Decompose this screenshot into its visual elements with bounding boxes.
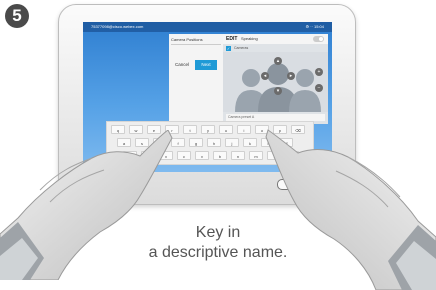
person-right [296, 69, 314, 87]
camera-panel-title: Speaking [241, 36, 258, 41]
pan-right-icon[interactable]: ▸ [287, 72, 295, 80]
camera-checkbox-label: Cameras [234, 46, 249, 50]
illustration: 5 75377098@cisco.webex.com ⚙ ·· 15:04 Ca… [0, 0, 436, 290]
status-user: 75377098@cisco.webex.com [91, 24, 144, 29]
camera-toggle[interactable] [313, 36, 324, 42]
keyboard-key[interactable]: b [213, 151, 227, 160]
camera-panel-header: EDIT Speaking [223, 34, 328, 44]
pan-up-icon[interactable]: ▴ [274, 57, 282, 65]
camera-checkbox[interactable]: ✓ [226, 46, 231, 51]
person-center [267, 63, 289, 85]
camera-preset-panel: EDIT Speaking ✓ Cameras ▴ ◂ ▸ ▾ + − Came… [223, 34, 328, 124]
name-input-field[interactable]: Camera Positions [171, 37, 221, 45]
pan-down-icon[interactable]: ▾ [274, 87, 282, 95]
caption-line-1: Key in [195, 224, 241, 241]
zoom-in-icon[interactable]: + [315, 68, 323, 76]
edit-name-panel: Camera Positions Cancel Next [169, 34, 223, 124]
status-bar: 75377098@cisco.webex.com ⚙ ·· 15:04 [83, 22, 332, 32]
person-left [242, 69, 260, 87]
cancel-button[interactable]: Cancel [171, 60, 193, 70]
zoom-out-icon[interactable]: − [315, 84, 323, 92]
keyboard-key[interactable]: y [201, 125, 215, 134]
step-number-badge: 5 [5, 4, 29, 28]
right-hand [265, 129, 436, 290]
camera-preset-name[interactable]: Camera preset A [226, 114, 325, 121]
pan-left-icon[interactable]: ◂ [261, 72, 269, 80]
instruction-caption: Key in a descriptive name. [0, 223, 436, 263]
caption-line-2: a descriptive name. [148, 244, 288, 261]
keyboard-key[interactable]: h [207, 138, 221, 147]
status-clock: ⚙ ·· 15:04 [305, 24, 324, 29]
keyboard-key[interactable]: u [219, 125, 233, 134]
next-button[interactable]: Next [195, 60, 217, 70]
camera-edit-icon: EDIT [226, 36, 238, 42]
